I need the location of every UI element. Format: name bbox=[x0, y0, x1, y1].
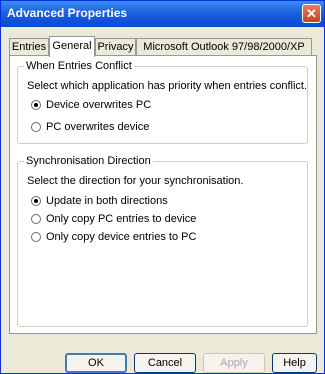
close-icon: ✕ bbox=[306, 6, 317, 21]
close-button[interactable]: ✕ bbox=[302, 4, 321, 23]
conflict-description: Select which application has priority wh… bbox=[27, 80, 308, 92]
radio-selected-icon bbox=[31, 100, 41, 110]
title-bar[interactable]: Advanced Properties ✕ bbox=[1, 1, 324, 27]
tab-general[interactable]: General bbox=[49, 36, 95, 57]
radio-unselected-icon bbox=[31, 214, 41, 224]
dialog-title: Advanced Properties bbox=[7, 6, 128, 20]
button-bar: OK Cancel Apply Help bbox=[1, 346, 324, 374]
tab-entries[interactable]: Entries bbox=[9, 38, 49, 55]
apply-button[interactable]: Apply bbox=[203, 353, 265, 373]
conflict-legend: When Entries Conflict bbox=[24, 60, 134, 72]
sync-legend: Synchronisation Direction bbox=[24, 155, 153, 167]
help-button[interactable]: Help bbox=[272, 353, 317, 373]
sync-description: Select the direction for your synchronis… bbox=[27, 175, 244, 187]
general-tab-panel: When Entries Conflict Select which appli… bbox=[9, 55, 317, 334]
radio-unselected-icon bbox=[31, 232, 41, 242]
conflict-groupbox: When Entries Conflict Select which appli… bbox=[17, 60, 308, 144]
dialog-window: Advanced Properties ✕ Entries General Pr… bbox=[0, 0, 325, 374]
cancel-button[interactable]: Cancel bbox=[134, 353, 196, 373]
tab-privacy[interactable]: Privacy bbox=[95, 38, 136, 55]
ok-button[interactable]: OK bbox=[65, 353, 127, 373]
sync-direction-groupbox: Synchronisation Direction Select the dir… bbox=[17, 155, 308, 327]
tab-microsoft-outlook[interactable]: Microsoft Outlook 97/98/2000/XP bbox=[136, 38, 312, 55]
radio-unselected-icon bbox=[31, 122, 41, 132]
radio-selected-icon bbox=[31, 196, 41, 206]
